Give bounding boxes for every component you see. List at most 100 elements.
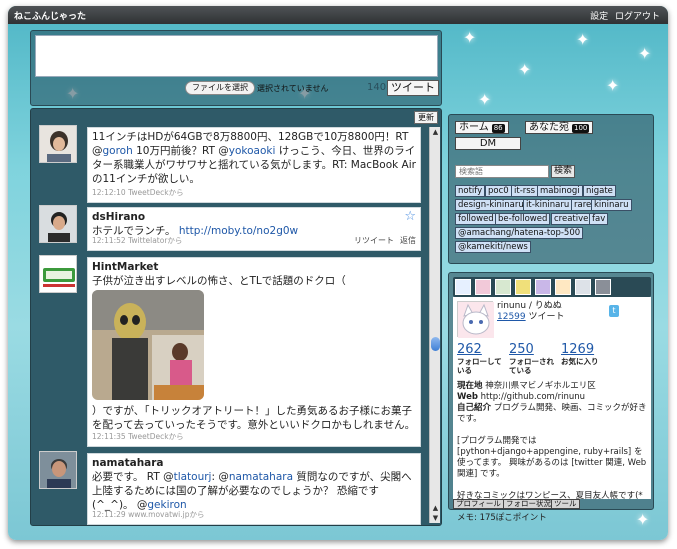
list-tag[interactable]: mabinogi <box>537 185 583 197</box>
favorites-stat[interactable]: 1269 お気に入り <box>561 343 613 367</box>
profile-panel: rinunu / りぬぬ 12599 ツイート t 262 フォローしている 2… <box>448 272 654 523</box>
profile-avatar[interactable] <box>457 301 494 338</box>
tweet-text: 必要です。 RT @tlatourj: @namatahara 質問なのですが、… <box>92 471 412 511</box>
list-tag[interactable]: @kamekiti/news <box>455 241 531 253</box>
file-status: 選択されていません <box>257 84 329 93</box>
friend-avatar[interactable] <box>455 279 471 295</box>
dm-tab[interactable]: DM <box>455 137 521 150</box>
person-avatar-icon <box>40 206 76 242</box>
list-tag[interactable]: kininaru <box>591 199 632 211</box>
friend-avatar[interactable] <box>495 279 511 295</box>
list-tag[interactable]: poc0 <box>485 185 512 197</box>
avatar[interactable] <box>39 255 77 293</box>
list-tag[interactable]: nigate <box>583 185 616 197</box>
avatar[interactable] <box>39 125 77 163</box>
mention-link[interactable]: yokoaoki <box>229 145 276 157</box>
friend-avatar[interactable] <box>475 279 491 295</box>
char-count: 140 <box>367 82 387 93</box>
tab-profile[interactable]: プロフィール <box>453 499 504 509</box>
profile-web-link[interactable]: http://github.com/rinunu <box>481 392 585 402</box>
sparkle-icon: ✦ <box>576 30 590 49</box>
profile-memo: メモ: 175ぽこポイント <box>457 513 547 523</box>
home-tab[interactable]: ホーム 86 <box>455 121 509 134</box>
tweet-card[interactable]: dsHirano ホテルでランチ。 http://moby.to/no2g0w … <box>87 207 421 251</box>
followers-stat[interactable]: 250 フォローされている <box>509 343 561 376</box>
app-window: ねこふんじゃった 設定 ログアウト ✦ ✦ ✦ ✦ ✦ ✦ ✦ ✦ ✦ ファイル… <box>8 6 668 540</box>
mention-link[interactable]: goroh <box>103 145 133 157</box>
list-tag[interactable]: @amachang/hatena-top-500 <box>455 227 584 239</box>
scroll-up-icon[interactable]: ▲ <box>430 503 441 513</box>
navigation-panel: ホーム86 あなた宛100 DM 検索 notify poc0 it-rss m… <box>448 114 654 264</box>
mention-link[interactable]: tlatourj <box>174 471 212 483</box>
list-tag[interactable]: followed <box>455 213 497 225</box>
mentions-tab[interactable]: あなた宛 100 <box>525 121 594 134</box>
tweet-photo[interactable] <box>92 290 204 400</box>
scroll-thumb[interactable] <box>431 337 440 351</box>
sparkle-icon: ✦ <box>606 76 620 95</box>
profile-bio: [プログラム開発では [python+django+appengine, rub… <box>457 436 647 479</box>
search-button[interactable]: 検索 <box>551 165 576 178</box>
sparkle-icon: ✦ <box>518 60 532 79</box>
tweet-text: 11インチはHDが64GBで8万8800円、128GBで10万8800円！RT … <box>92 131 416 185</box>
favorite-star-icon[interactable]: ☆ <box>404 210 416 224</box>
tweet-actions: リツイート 返信 <box>348 234 416 248</box>
person-avatar-icon <box>40 452 76 488</box>
friend-avatar[interactable] <box>535 279 551 295</box>
person-avatar-icon <box>40 126 76 162</box>
avatar[interactable] <box>39 451 77 489</box>
following-stat[interactable]: 262 フォローしている <box>457 343 509 376</box>
tweet-text: ）ですが、「トリックオアトリート！」した勇気あるお子様にお菓子を配って去っていっ… <box>92 405 416 431</box>
sparkle-icon: ✦ <box>478 90 492 109</box>
friend-avatar-strip <box>453 277 651 297</box>
app-title: ねこふんじゃった <box>14 12 87 22</box>
tweet-meta: 12:11:29 www.movatwi.jpから <box>92 510 205 519</box>
reply-button[interactable]: 返信 <box>400 236 416 245</box>
friend-avatar[interactable] <box>555 279 571 295</box>
profile-tweet-count: 12599 ツイート <box>497 312 565 322</box>
tweet-meta: 12:11:35 TweetDeckから <box>92 432 184 441</box>
title-bar: ねこふんじゃった 設定 ログアウト <box>8 6 668 24</box>
profile-location: 神奈川県マビノギホルエリ区 <box>485 381 596 391</box>
tweet-composer: ファイルを選択 選択されていません 140 ツイート <box>30 30 442 106</box>
tweet-meta: 12:11:52 Twittelatorから <box>92 236 183 245</box>
friend-avatar[interactable] <box>515 279 531 295</box>
scroll-down-icon[interactable]: ▼ <box>430 513 441 523</box>
twitter-icon[interactable]: t <box>609 305 619 317</box>
refresh-button[interactable]: 更新 <box>414 111 438 124</box>
tweet-card[interactable]: 11インチはHDが64GBで8万8800円、128GBで10万8800円！RT … <box>87 127 421 203</box>
list-tag[interactable]: be-followed <box>495 213 551 225</box>
tweet-text: 子供が泣き出すレベルの怖さ、とTLで話題のドクロ（ <box>92 275 346 287</box>
timeline-scrollbar[interactable]: ▲ ▲ ▼ <box>429 127 440 523</box>
list-tag[interactable]: notify <box>455 185 486 197</box>
file-select-button[interactable]: ファイルを選択 <box>185 81 255 95</box>
tweet-meta: 12:12:10 TweetDeckから <box>92 188 184 197</box>
tweet-username[interactable]: namatahara <box>92 456 416 470</box>
home-count-badge: 86 <box>491 124 505 133</box>
scroll-up-icon[interactable]: ▲ <box>430 127 441 137</box>
list-tag[interactable]: it-kininaru <box>523 199 573 211</box>
search-input[interactable] <box>455 165 549 178</box>
tweet-input[interactable] <box>35 35 438 77</box>
friend-avatar[interactable] <box>595 279 611 295</box>
avatar[interactable] <box>39 205 77 243</box>
tab-follow-status[interactable]: フォロー状況 <box>503 499 554 509</box>
tweet-username[interactable]: dsHirano <box>92 210 416 224</box>
mention-link[interactable]: namatahara <box>229 471 293 483</box>
tweet-card[interactable]: namatahara 必要です。 RT @tlatourj: @namataha… <box>87 453 421 525</box>
list-tag[interactable]: design-kininaru <box>455 199 527 211</box>
tweet-button[interactable]: ツイート <box>387 80 439 96</box>
logout-link[interactable]: ログアウト <box>615 12 660 22</box>
title-bar-actions: 設定 ログアウト <box>586 9 660 22</box>
list-tag[interactable]: fav <box>589 213 609 225</box>
tab-tools[interactable]: ツール <box>551 499 580 509</box>
tweet-username[interactable]: HintMarket <box>92 260 416 274</box>
tweet-card[interactable]: HintMarket 子供が泣き出すレベルの怖さ、とTLで話題のドクロ（ ）です… <box>87 257 421 447</box>
skull-costume-photo-icon <box>92 290 204 400</box>
settings-link[interactable]: 設定 <box>590 12 608 22</box>
list-tag[interactable]: creative <box>551 213 592 225</box>
profile-name: rinunu / りぬぬ <box>497 301 562 311</box>
retweet-button[interactable]: リツイート <box>354 236 394 245</box>
list-tag[interactable]: it-rss <box>511 185 539 197</box>
friend-avatar[interactable] <box>575 279 591 295</box>
tweet-link[interactable]: http://moby.to/no2g0w <box>179 225 298 237</box>
